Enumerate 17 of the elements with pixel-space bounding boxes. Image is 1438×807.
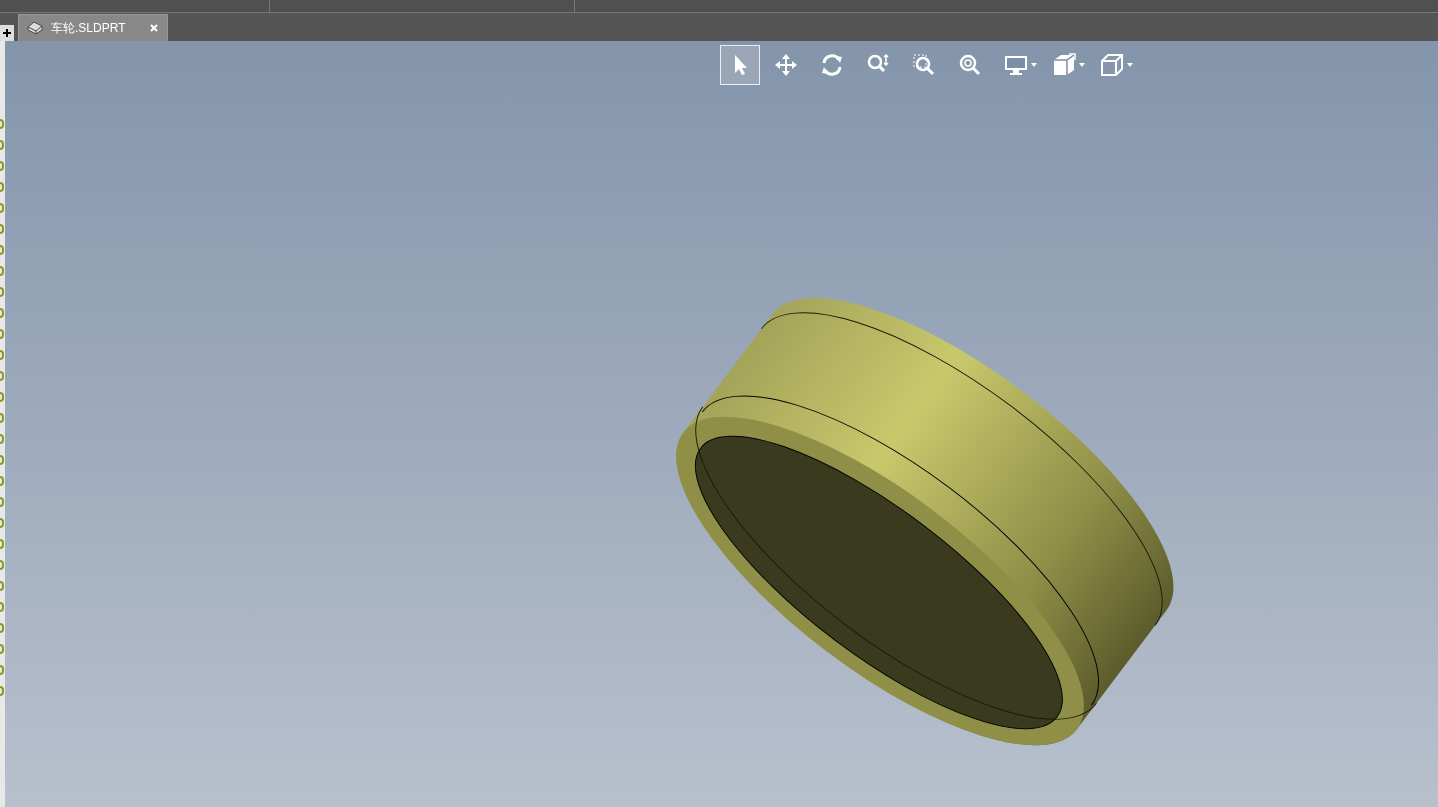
close-icon[interactable] bbox=[149, 23, 159, 33]
rotate-icon bbox=[819, 52, 845, 78]
document-tab[interactable]: 车轮.SLDPRT bbox=[18, 14, 168, 41]
part-icon bbox=[27, 21, 43, 35]
view-tool-button[interactable] bbox=[720, 45, 760, 85]
cube-icon bbox=[1099, 52, 1125, 78]
caret-icon[interactable] bbox=[1126, 62, 1134, 68]
graphics-viewport[interactable] bbox=[5, 41, 1438, 807]
plus-icon bbox=[2, 28, 12, 38]
magnifier-icon bbox=[911, 52, 937, 78]
tab-title: 车轮.SLDPRT bbox=[51, 20, 127, 37]
caret-icon[interactable] bbox=[1078, 62, 1086, 68]
sectioned-box-icon bbox=[1051, 52, 1077, 78]
magnifier-icon bbox=[957, 52, 983, 78]
caret-icon[interactable] bbox=[1030, 62, 1038, 68]
new-tab-button[interactable] bbox=[0, 25, 14, 41]
move-arrows-icon bbox=[773, 52, 799, 78]
